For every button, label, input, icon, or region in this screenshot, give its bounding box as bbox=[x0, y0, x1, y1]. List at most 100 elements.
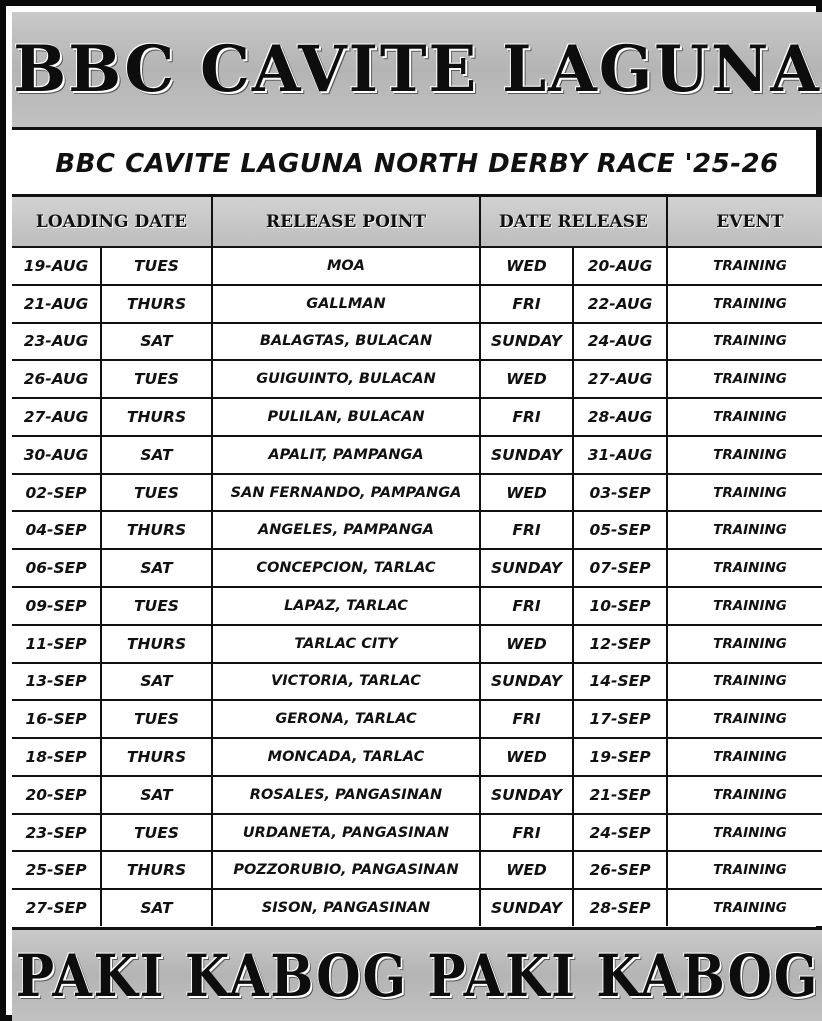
event-cell: TRAINING bbox=[668, 512, 822, 549]
release-date-cell: 27-AUG bbox=[574, 361, 666, 398]
loading-date-cell: 23-SEP bbox=[12, 814, 100, 851]
footer-banner: PAKI KABOG PAKI KABOG bbox=[12, 927, 822, 1021]
event-cell: TRAINING bbox=[668, 814, 822, 851]
race-subtitle: BBC CAVITE LAGUNA NORTH DERBY RACE '25-2… bbox=[12, 133, 822, 197]
release-point-cell: LAPAZ, TARLAC bbox=[213, 588, 479, 624]
event-cell: TRAINING bbox=[668, 890, 822, 926]
event-cell: TRAINING bbox=[668, 361, 822, 398]
release-day-cell: SUNDAY bbox=[481, 890, 572, 926]
loading-date-cell: 18-SEP bbox=[12, 739, 100, 775]
event-cell: TRAINING bbox=[668, 550, 822, 586]
loading-date-cell: 21-AUG bbox=[12, 285, 100, 322]
release-date-cell: 31-AUG bbox=[574, 436, 666, 473]
loading-day-cell: SAT bbox=[102, 436, 211, 473]
loading-day-cell: SAT bbox=[102, 550, 211, 586]
event-cell: TRAINING bbox=[668, 474, 822, 511]
loading-date-cell: 30-AUG bbox=[12, 436, 100, 473]
release-point-cell: POZZORUBIO, PANGASINAN bbox=[213, 852, 479, 889]
loading-date-cell: 20-SEP bbox=[12, 776, 100, 813]
loading-day-cell: THURS bbox=[102, 512, 211, 549]
release-date-cell: 17-SEP bbox=[574, 701, 666, 738]
event-cell: TRAINING bbox=[668, 285, 822, 322]
release-day-cell: WED bbox=[481, 625, 572, 662]
event-cell: TRAINING bbox=[668, 852, 822, 889]
release-date-cell: 05-SEP bbox=[574, 512, 666, 549]
release-day-cell: WED bbox=[481, 474, 572, 511]
loading-date-cell: 02-SEP bbox=[12, 474, 100, 511]
release-date-cell: 12-SEP bbox=[574, 625, 666, 662]
loading-day-cell: THURS bbox=[102, 399, 211, 435]
release-date-cell: 21-SEP bbox=[574, 776, 666, 813]
loading-day-cell: TUES bbox=[102, 588, 211, 624]
event-cell: TRAINING bbox=[668, 436, 822, 473]
release-date-cell: 22-AUG bbox=[574, 285, 666, 322]
loading-date-cell: 23-AUG bbox=[12, 323, 100, 360]
release-point-cell: ROSALES, PANGASINAN bbox=[213, 776, 479, 813]
release-day-cell: WED bbox=[481, 739, 572, 775]
release-date-cell: 26-SEP bbox=[574, 852, 666, 889]
release-point-cell: APALIT, PAMPANGA bbox=[213, 436, 479, 473]
loading-date-cell: 26-AUG bbox=[12, 361, 100, 398]
event-cell: TRAINING bbox=[668, 588, 822, 624]
release-day-cell: SUNDAY bbox=[481, 663, 572, 700]
loading-date-cell: 09-SEP bbox=[12, 588, 100, 624]
release-point-cell: GERONA, TARLAC bbox=[213, 701, 479, 738]
release-point-cell: CONCEPCION, TARLAC bbox=[213, 550, 479, 586]
release-point-cell: SISON, PANGASINAN bbox=[213, 890, 479, 926]
loading-day-cell: SAT bbox=[102, 663, 211, 700]
release-point-cell: BALAGTAS, BULACAN bbox=[213, 323, 479, 360]
release-day-cell: WED bbox=[481, 361, 572, 398]
loading-day-cell: TUES bbox=[102, 701, 211, 738]
release-date-cell: 28-SEP bbox=[574, 890, 666, 926]
loading-day-cell: SAT bbox=[102, 323, 211, 360]
event-cell: TRAINING bbox=[668, 399, 822, 435]
release-day-cell: FRI bbox=[481, 701, 572, 738]
release-day-cell: FRI bbox=[481, 814, 572, 851]
release-day-cell: SUNDAY bbox=[481, 436, 572, 473]
release-point-cell: VICTORIA, TARLAC bbox=[213, 663, 479, 700]
loading-date-cell: 19-AUG bbox=[12, 248, 100, 284]
title-banner: BBC CAVITE LAGUNA bbox=[12, 12, 822, 130]
loading-day-cell: SAT bbox=[102, 776, 211, 813]
loading-date-cell: 06-SEP bbox=[12, 550, 100, 586]
loading-date-cell: 11-SEP bbox=[12, 625, 100, 662]
loading-day-cell: TUES bbox=[102, 474, 211, 511]
release-day-cell: FRI bbox=[481, 399, 572, 435]
release-day-cell: FRI bbox=[481, 512, 572, 549]
schedule-table: LOADING DATE RELEASE POINT DATE RELEASE … bbox=[12, 197, 822, 926]
release-point-cell: GALLMAN bbox=[213, 285, 479, 322]
release-day-cell: SUNDAY bbox=[481, 776, 572, 813]
loading-day-cell: THURS bbox=[102, 625, 211, 662]
event-cell: TRAINING bbox=[668, 323, 822, 360]
footer-slogan: PAKI KABOG PAKI KABOG bbox=[15, 941, 819, 1010]
header-release-point: RELEASE POINT bbox=[213, 197, 479, 246]
release-point-cell: PULILAN, BULACAN bbox=[213, 399, 479, 435]
loading-date-cell: 04-SEP bbox=[12, 512, 100, 549]
release-date-cell: 19-SEP bbox=[574, 739, 666, 775]
release-date-cell: 14-SEP bbox=[574, 663, 666, 700]
loading-day-cell: THURS bbox=[102, 852, 211, 889]
release-date-cell: 24-SEP bbox=[574, 814, 666, 851]
event-cell: TRAINING bbox=[668, 663, 822, 700]
event-cell: TRAINING bbox=[668, 625, 822, 662]
release-date-cell: 24-AUG bbox=[574, 323, 666, 360]
release-date-cell: 20-AUG bbox=[574, 248, 666, 284]
release-date-cell: 28-AUG bbox=[574, 399, 666, 435]
loading-date-cell: 16-SEP bbox=[12, 701, 100, 738]
loading-date-cell: 13-SEP bbox=[12, 663, 100, 700]
release-day-cell: WED bbox=[481, 852, 572, 889]
release-date-cell: 03-SEP bbox=[574, 474, 666, 511]
release-point-cell: MONCADA, TARLAC bbox=[213, 739, 479, 775]
event-cell: TRAINING bbox=[668, 701, 822, 738]
release-date-cell: 07-SEP bbox=[574, 550, 666, 586]
release-day-cell: SUNDAY bbox=[481, 323, 572, 360]
poster-title: BBC CAVITE LAGUNA bbox=[13, 32, 821, 107]
loading-day-cell: TUES bbox=[102, 361, 211, 398]
release-point-cell: MOA bbox=[213, 248, 479, 284]
loading-day-cell: SAT bbox=[102, 890, 211, 926]
event-cell: TRAINING bbox=[668, 248, 822, 284]
release-point-cell: URDANETA, PANGASINAN bbox=[213, 814, 479, 851]
loading-date-cell: 27-AUG bbox=[12, 399, 100, 435]
event-cell: TRAINING bbox=[668, 776, 822, 813]
release-day-cell: FRI bbox=[481, 588, 572, 624]
